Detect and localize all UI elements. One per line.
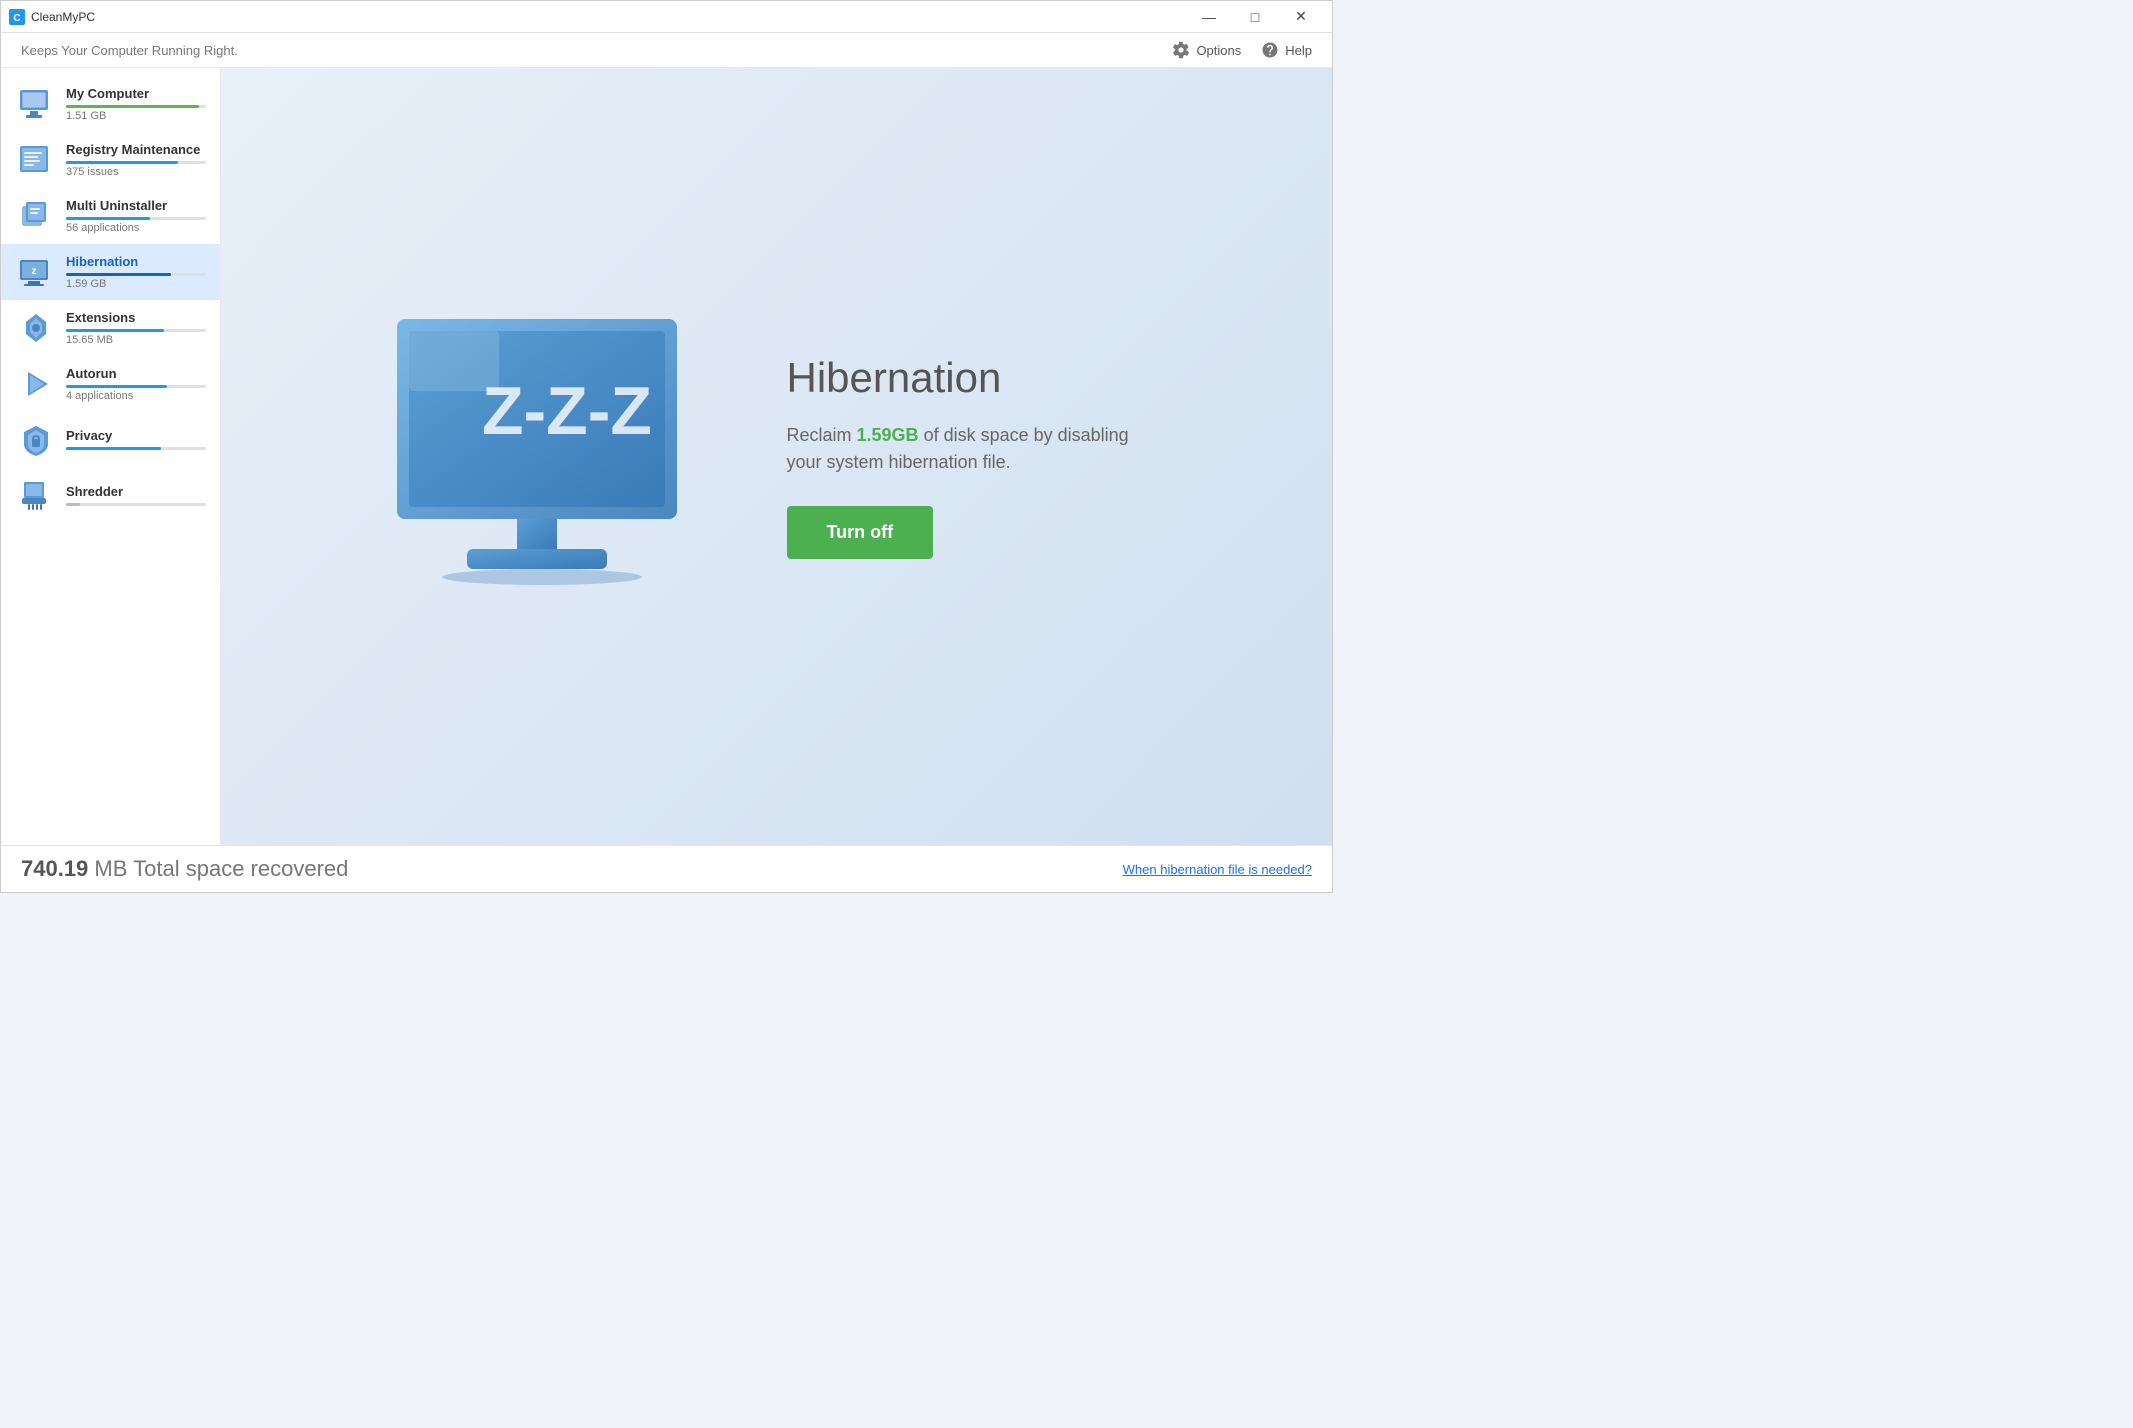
- sidebar-text-shredder: Shredder: [66, 484, 206, 508]
- monitor-illustration: Z-Z-Z: [387, 304, 707, 609]
- footer: 740.19 MB Total space recovered When hib…: [1, 845, 1332, 892]
- sidebar-text-autorun: Autorun 4 applications: [66, 366, 206, 402]
- sidebar-text-privacy: Privacy: [66, 428, 206, 452]
- close-button[interactable]: ✕: [1278, 1, 1324, 33]
- sidebar: My Computer 1.51 GB Registr: [1, 68, 221, 845]
- my-computer-icon: [18, 86, 54, 122]
- shredder-icon: [18, 478, 54, 514]
- sidebar-text-extensions: Extensions 15.65 MB: [66, 310, 206, 346]
- sidebar-item-my-computer[interactable]: My Computer 1.51 GB: [1, 76, 220, 132]
- my-computer-bar-container: [66, 105, 206, 108]
- registry-label: Registry Maintenance: [66, 142, 206, 157]
- privacy-label: Privacy: [66, 428, 206, 443]
- uninstaller-bar-container: [66, 217, 206, 220]
- sidebar-text-hibernation: Hibernation 1.59 GB: [66, 254, 206, 290]
- title-bar: C CleanMyPC — □ ✕: [1, 1, 1332, 33]
- registry-bar: [66, 161, 178, 164]
- sidebar-item-shredder[interactable]: Shredder: [1, 468, 220, 524]
- header: Keeps Your Computer Running Right. Optio…: [1, 33, 1332, 68]
- my-computer-bar: [66, 105, 199, 108]
- sidebar-item-registry[interactable]: Registry Maintenance 375 issues: [1, 132, 220, 188]
- my-computer-sub: 1.51 GB: [66, 110, 206, 122]
- footer-number: 740.19: [21, 856, 88, 881]
- content-inner: Z-Z-Z Hibernation Reclaim 1.59GB of disk…: [347, 264, 1207, 649]
- hibernation-bar: [66, 273, 171, 276]
- sidebar-item-uninstaller[interactable]: Multi Uninstaller 56 applications: [1, 188, 220, 244]
- options-label: Options: [1196, 43, 1241, 58]
- sidebar-text-my-computer: My Computer 1.51 GB: [66, 86, 206, 122]
- sidebar-item-extensions[interactable]: Extensions 15.65 MB: [1, 300, 220, 356]
- footer-label: MB Total space recovered: [94, 856, 348, 881]
- svg-text:C: C: [13, 13, 20, 24]
- sidebar-text-uninstaller: Multi Uninstaller 56 applications: [66, 198, 206, 234]
- info-panel: Hibernation Reclaim 1.59GB of disk space…: [787, 354, 1167, 559]
- turn-off-button[interactable]: Turn off: [787, 506, 934, 559]
- monitor-svg: Z-Z-Z: [387, 304, 707, 604]
- my-computer-label: My Computer: [66, 86, 206, 101]
- sidebar-item-hibernation[interactable]: z Hibernation 1.59 GB: [1, 244, 220, 300]
- extensions-bar-container: [66, 329, 206, 332]
- autorun-label: Autorun: [66, 366, 206, 381]
- footer-total: 740.19 MB Total space recovered: [21, 856, 348, 882]
- minimize-button[interactable]: —: [1186, 1, 1232, 33]
- gear-icon: [1172, 41, 1190, 59]
- uninstaller-icon: [18, 198, 54, 234]
- autorun-sub: 4 applications: [66, 390, 206, 402]
- options-button[interactable]: Options: [1172, 41, 1241, 59]
- shredder-bar-container: [66, 503, 206, 506]
- shredder-label: Shredder: [66, 484, 206, 499]
- registry-bar-container: [66, 161, 206, 164]
- sidebar-text-registry: Registry Maintenance 375 issues: [66, 142, 206, 178]
- uninstaller-bar: [66, 217, 150, 220]
- maximize-button[interactable]: □: [1232, 1, 1278, 33]
- tagline: Keeps Your Computer Running Right.: [21, 43, 238, 58]
- content-title: Hibernation: [787, 354, 1167, 402]
- shredder-bar: [66, 503, 80, 506]
- content-area: Z-Z-Z Hibernation Reclaim 1.59GB of disk…: [221, 68, 1332, 845]
- privacy-bar-container: [66, 447, 206, 450]
- help-label: Help: [1285, 43, 1312, 58]
- app-title: CleanMyPC: [31, 10, 95, 24]
- autorun-bar: [66, 385, 167, 388]
- desc-highlight: 1.59GB: [857, 425, 919, 445]
- hibernation-label: Hibernation: [66, 254, 206, 269]
- hibernation-sub: 1.59 GB: [66, 278, 206, 290]
- sidebar-item-privacy[interactable]: Privacy: [1, 412, 220, 468]
- registry-icon: [18, 142, 54, 178]
- sidebar-item-autorun[interactable]: Autorun 4 applications: [1, 356, 220, 412]
- extensions-icon: [18, 310, 54, 346]
- content-description: Reclaim 1.59GB of disk space by disablin…: [787, 422, 1167, 476]
- app-icon: C: [9, 9, 25, 25]
- extensions-bar: [66, 329, 164, 332]
- header-actions: Options Help: [1172, 41, 1312, 59]
- hibernation-help-link[interactable]: When hibernation file is needed?: [1123, 862, 1312, 877]
- svg-text:Z-Z-Z: Z-Z-Z: [482, 373, 652, 449]
- autorun-bar-container: [66, 385, 206, 388]
- uninstaller-label: Multi Uninstaller: [66, 198, 206, 213]
- privacy-bar: [66, 447, 161, 450]
- hibernation-icon: z: [18, 254, 54, 290]
- window-controls: — □ ✕: [1186, 1, 1324, 33]
- extensions-label: Extensions: [66, 310, 206, 325]
- autorun-icon: [18, 366, 54, 402]
- title-bar-left: C CleanMyPC: [9, 9, 95, 25]
- registry-sub: 375 issues: [66, 166, 206, 178]
- svg-text:z: z: [32, 266, 37, 277]
- privacy-icon: [18, 422, 54, 458]
- hibernation-bar-container: [66, 273, 206, 276]
- help-button[interactable]: Help: [1261, 41, 1312, 59]
- desc-prefix: Reclaim: [787, 425, 857, 445]
- help-icon: [1261, 41, 1279, 59]
- extensions-sub: 15.65 MB: [66, 334, 206, 346]
- uninstaller-sub: 56 applications: [66, 222, 206, 234]
- main-layout: My Computer 1.51 GB Registr: [1, 68, 1332, 845]
